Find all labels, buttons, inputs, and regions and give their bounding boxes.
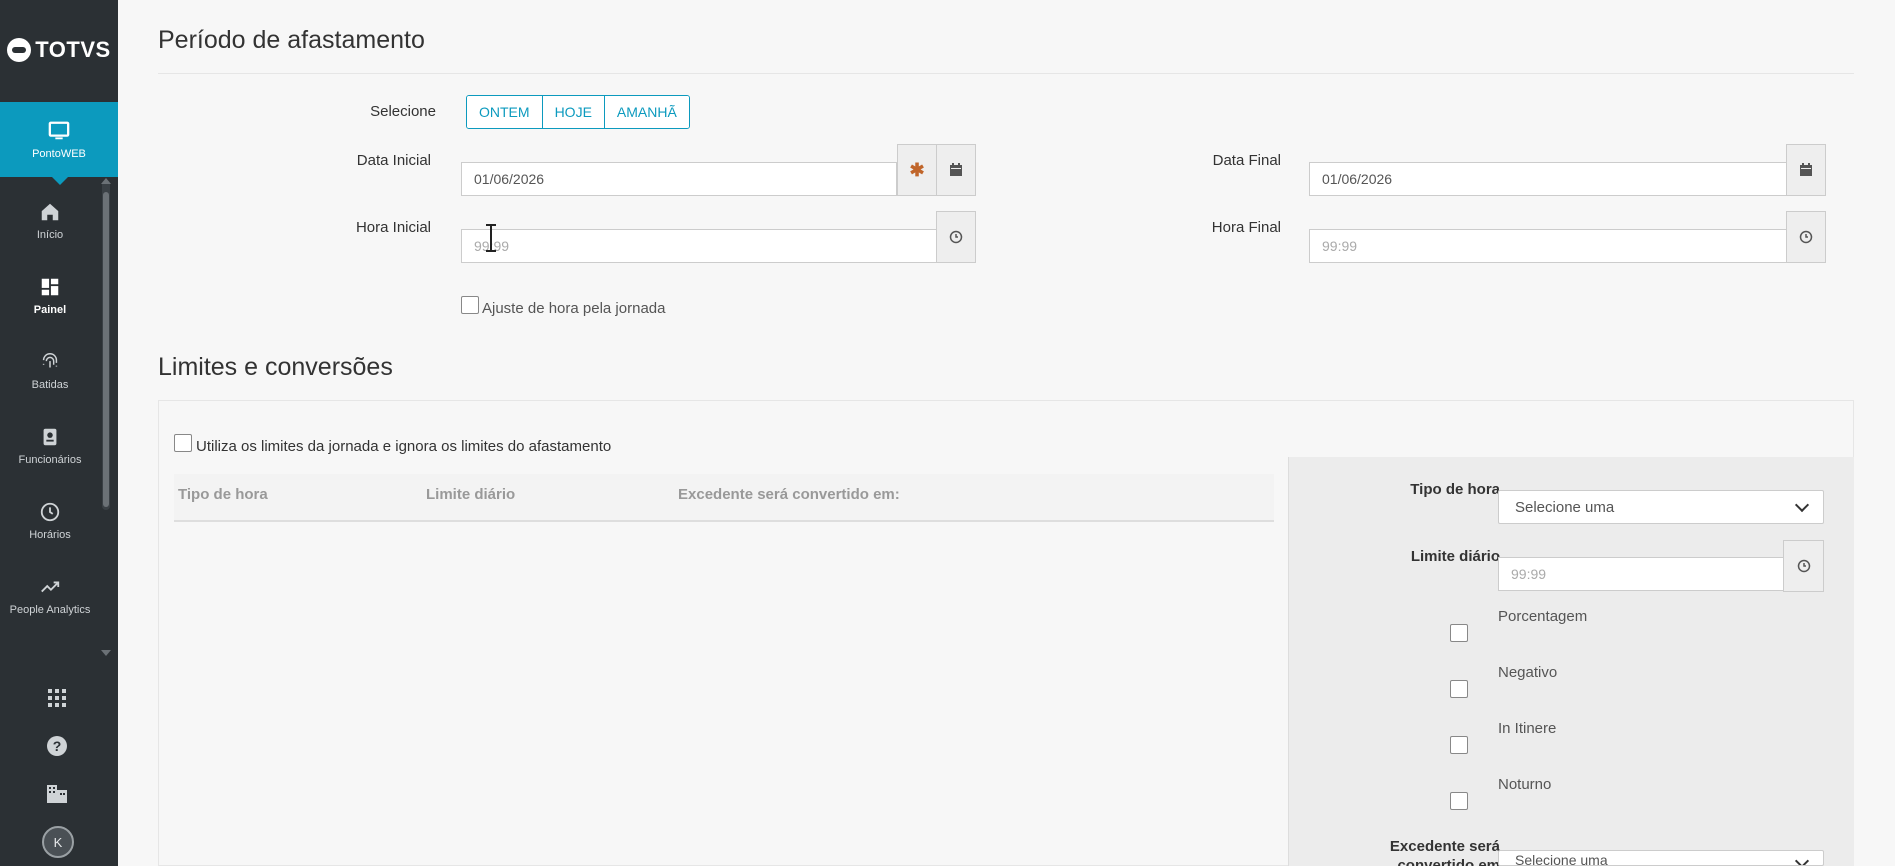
avatar-initial: K <box>53 834 63 850</box>
help-icon[interactable]: ? <box>42 731 72 761</box>
ontem-button[interactable]: ONTEM <box>467 96 543 128</box>
apps-icon[interactable] <box>42 683 72 713</box>
fingerprint-icon <box>42 353 58 368</box>
sidebar-item-people-analytics[interactable]: People Analytics <box>0 561 100 631</box>
totvs-logo[interactable]: TOTVS <box>0 0 118 100</box>
hora-final-clock-button[interactable] <box>1786 211 1826 263</box>
avatar[interactable]: K <box>42 826 74 858</box>
required-indicator: ✱ <box>897 144 937 196</box>
sidebar-item-funcionarios[interactable]: Funcionários <box>0 411 100 481</box>
hora-final-input[interactable] <box>1309 229 1787 263</box>
sidebar-item-label: Batidas <box>31 379 69 391</box>
utiliza-limites-label: Utiliza os limites da jornada e ignora o… <box>196 438 612 455</box>
sidebar-item-inicio[interactable]: Início <box>0 186 100 256</box>
porcentagem-label: Porcentagem <box>1498 608 1588 625</box>
negativo-checkbox[interactable] <box>1450 680 1468 698</box>
clock-icon <box>1797 559 1810 573</box>
scroll-down-icon[interactable] <box>101 650 111 656</box>
noturno-label: Noturno <box>1498 776 1552 793</box>
porcentagem-checkbox[interactable] <box>1450 624 1468 642</box>
noturno-checkbox[interactable] <box>1450 792 1468 810</box>
sidebar-item-label: Horários <box>29 529 71 541</box>
sidebar-item-label: Início <box>36 229 64 241</box>
tipo-hora-select[interactable]: Selecione uma <box>1498 490 1824 524</box>
calendar-icon <box>950 163 962 176</box>
sidebar-item-batidas[interactable]: Batidas <box>0 336 100 406</box>
amanha-button[interactable]: AMANHÃ <box>604 96 689 128</box>
sidebar-scrollbar-thumb[interactable] <box>103 192 109 507</box>
in-itinere-label: In Itinere <box>1498 720 1557 737</box>
tipo-hora-label: Tipo de hora <box>1410 481 1500 498</box>
data-inicial-calendar-button[interactable] <box>936 144 976 196</box>
text-cursor-icon <box>486 224 496 252</box>
data-final-label: Data Final <box>1212 152 1281 169</box>
clock-icon <box>949 230 963 244</box>
ajuste-hora-checkbox[interactable] <box>461 296 479 314</box>
table-header-tipo: Tipo de hora <box>178 486 268 503</box>
badge-icon <box>43 428 57 446</box>
building-icon[interactable] <box>42 778 72 808</box>
ajuste-hora-label: Ajuste de hora pela jornada <box>482 300 666 317</box>
section-title-periodo: Período de afastamento <box>158 26 425 54</box>
limite-diario-clock-button[interactable] <box>1783 540 1824 592</box>
sidebar-item-label: Painel <box>33 304 67 316</box>
excedente-label-line2: convertido em <box>1397 857 1500 866</box>
excedente-value: Selecione uma <box>1515 852 1608 866</box>
hora-inicial-label: Hora Inicial <box>355 219 431 236</box>
hora-final-label: Hora Final <box>1211 219 1281 236</box>
clock-icon <box>1799 230 1813 244</box>
hora-inicial-input[interactable] <box>461 229 937 263</box>
limite-diario-input[interactable] <box>1498 557 1784 591</box>
hoje-button[interactable]: HOJE <box>542 96 605 128</box>
sidebar-item-pontoweb[interactable]: PontoWEB <box>0 102 118 185</box>
logo-text: TOTVS <box>35 37 111 62</box>
quick-date-buttons: ONTEM HOJE AMANHÃ <box>466 95 690 129</box>
sidebar-item-painel[interactable]: Painel <box>0 261 100 331</box>
data-inicial-input[interactable] <box>461 162 897 196</box>
utiliza-limites-checkbox[interactable] <box>174 434 192 452</box>
in-itinere-checkbox[interactable] <box>1450 736 1468 754</box>
selecione-label: Selecione <box>370 103 436 120</box>
negativo-label: Negativo <box>1498 664 1558 681</box>
monitor-icon <box>48 121 70 139</box>
limite-diario-label: Limite diário <box>1410 548 1500 565</box>
data-final-input[interactable] <box>1309 162 1787 196</box>
scroll-up-icon[interactable] <box>101 178 111 184</box>
sidebar: TOTVS PontoWEB Início Painel Batidas Fun… <box>0 0 118 866</box>
trend-icon <box>41 581 60 593</box>
chevron-down-icon <box>1794 497 1810 513</box>
calendar-icon <box>1800 163 1812 176</box>
divider <box>158 73 1854 74</box>
table-header-excedente: Excedente será convertido em: <box>678 486 900 503</box>
tipo-hora-value: Selecione uma <box>1515 498 1615 516</box>
home-icon <box>41 203 59 221</box>
data-final-calendar-button[interactable] <box>1786 144 1826 196</box>
clock-icon <box>40 502 60 522</box>
chevron-down-icon <box>1794 853 1810 865</box>
section-title-limites: Limites e conversões <box>158 353 393 381</box>
table-header-limite: Limite diário <box>426 486 516 503</box>
sidebar-item-horarios[interactable]: Horários <box>0 486 100 556</box>
totvs-logo-icon <box>7 38 32 62</box>
data-inicial-label: Data Inicial <box>356 152 431 169</box>
hora-inicial-clock-button[interactable] <box>936 211 976 263</box>
sidebar-item-label: Funcionários <box>18 454 82 466</box>
sidebar-item-label: People Analytics <box>9 604 91 616</box>
dashboard-icon <box>41 278 59 296</box>
svg-text:?: ? <box>53 738 62 754</box>
excedente-label: Excedente será <box>1389 838 1500 855</box>
sidebar-item-label: PontoWEB <box>32 147 86 160</box>
excedente-select[interactable]: Selecione uma <box>1498 850 1824 866</box>
asterisk-icon: ✱ <box>909 159 925 180</box>
